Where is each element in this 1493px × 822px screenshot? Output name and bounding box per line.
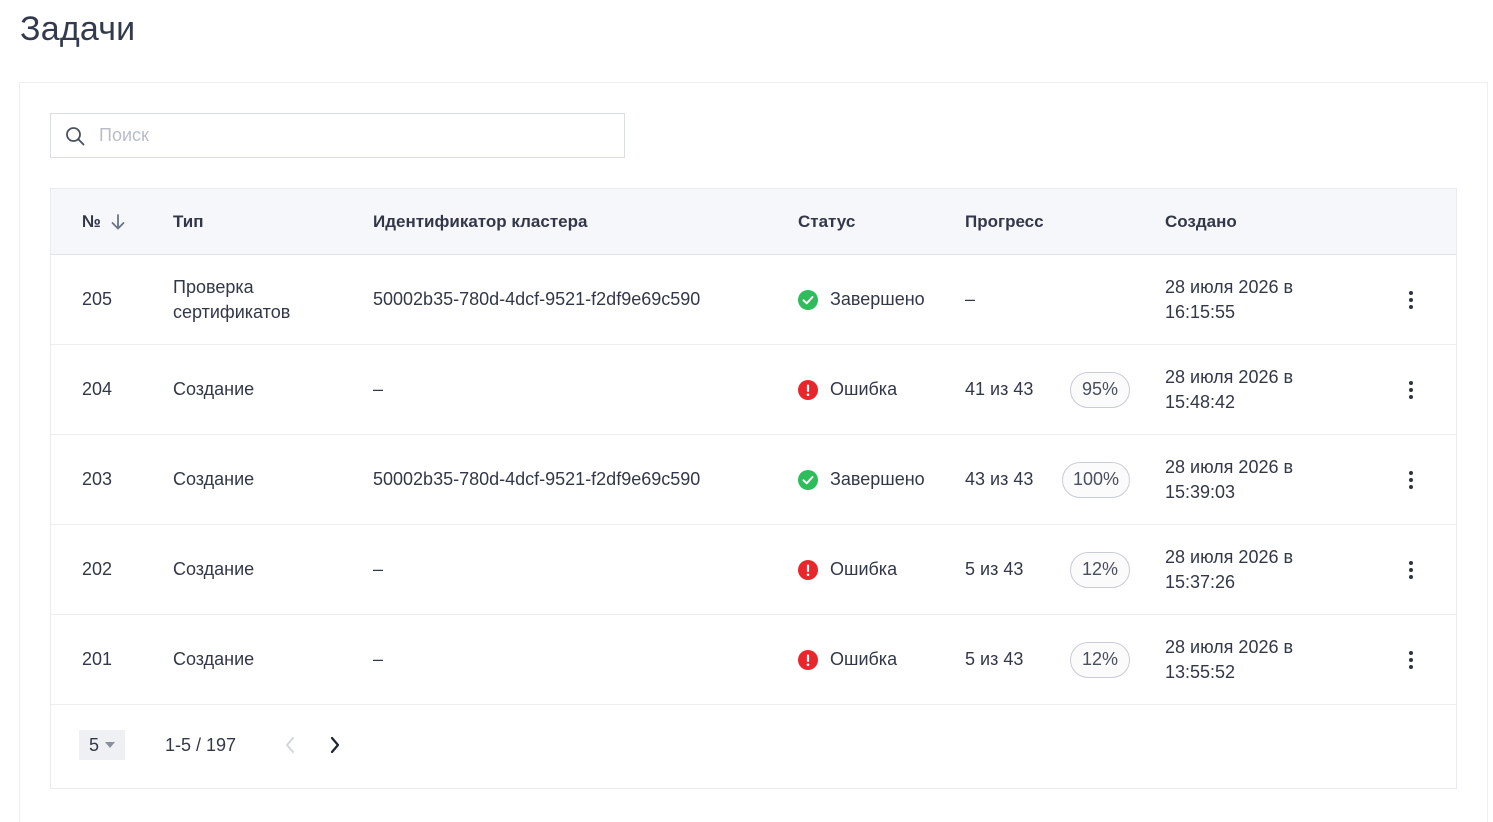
table-row: 203 Создание 50002b35-780d-4dcf-9521-f2df9…	[51, 435, 1456, 525]
column-header-created: Создано	[1165, 212, 1237, 231]
table-row: 204 Создание – Ошибка 41 из 43 95% 28 июля 202…	[51, 345, 1456, 435]
progress-count: 5 из 43	[965, 649, 1024, 669]
progress-count: 5 из 43	[965, 559, 1024, 579]
progress-percent-badge: 12%	[1070, 641, 1130, 678]
row-actions-button[interactable]	[1398, 255, 1424, 344]
more-vertical-icon	[1409, 470, 1413, 489]
cell-created: 28 июля 2026 в 15:48:42	[1165, 366, 1294, 412]
cell-num: 204	[82, 379, 113, 399]
cell-progress: 41 из 43 95%	[965, 345, 1130, 434]
exclamation-circle-icon	[798, 379, 818, 400]
progress-count: –	[965, 289, 976, 309]
cell-progress: 5 из 43 12%	[965, 525, 1130, 614]
progress-percent-badge: 12%	[1070, 551, 1130, 588]
caret-down-icon	[105, 742, 115, 748]
page-title: Задачи	[20, 10, 136, 48]
row-actions-button[interactable]	[1398, 615, 1424, 704]
cell-type: Проверка сертификатов	[173, 276, 291, 322]
cell-num: 201	[82, 649, 113, 669]
progress-count: 41 из 43	[965, 379, 1034, 399]
page-size-value: 5	[88, 734, 99, 755]
search-box[interactable]	[50, 113, 625, 158]
cell-cluster-id: 50002b35-780d-4dcf-9521-f2df9e69c590	[373, 289, 701, 309]
chevron-right-icon	[330, 736, 340, 754]
tasks-card: № Тип Идентификатор кластера Статус Прог…	[19, 82, 1488, 822]
column-header-num[interactable]: №	[82, 189, 126, 255]
chevron-left-icon	[286, 737, 294, 753]
cell-progress: 5 из 43 12%	[965, 615, 1130, 704]
prev-page-button[interactable]	[277, 730, 303, 760]
table-row: 202 Создание – Ошибка 5 из 43 12% 28 июля 2026…	[51, 525, 1456, 615]
pagination: 5 1-5 / 197	[51, 714, 1456, 790]
cell-created: 28 июля 2026 в 15:37:26	[1165, 546, 1294, 592]
progress-percent-badge: 95%	[1070, 371, 1130, 408]
arrow-down-icon[interactable]	[110, 213, 126, 231]
cell-type: Создание	[173, 469, 255, 489]
check-circle-icon	[798, 469, 818, 490]
table-body: 205 Проверка сертификатов 50002b35-780d-4d…	[51, 255, 1456, 705]
table-header: № Тип Идентификатор кластера Статус Прог…	[51, 189, 1456, 255]
column-header-num-label: №	[82, 212, 101, 231]
cell-type: Создание	[173, 379, 255, 399]
progress-percent-badge: 100%	[1061, 461, 1130, 498]
column-header-status: Статус	[798, 212, 856, 231]
next-page-button[interactable]	[322, 730, 348, 760]
cell-status: Ошибка	[798, 525, 897, 614]
status-label: Завершено	[830, 469, 925, 489]
cell-type: Создание	[173, 559, 255, 579]
row-actions-button[interactable]	[1398, 435, 1424, 524]
check-circle-icon	[798, 289, 818, 310]
table-row: 201 Создание – Ошибка 5 из 43 12% 28 июля 2026…	[51, 615, 1456, 705]
more-vertical-icon	[1409, 380, 1413, 399]
pagination-range: 1-5 / 197	[165, 734, 237, 755]
cell-status: Ошибка	[798, 615, 897, 704]
cell-cluster-id: –	[373, 559, 384, 579]
row-actions-button[interactable]	[1398, 525, 1424, 614]
exclamation-circle-icon	[798, 649, 818, 670]
status-label: Ошибка	[830, 559, 898, 579]
cell-num: 205	[82, 289, 113, 309]
cell-num: 202	[82, 559, 113, 579]
cell-created: 28 июля 2026 в 13:55:52	[1165, 636, 1294, 682]
cell-cluster-id: –	[373, 649, 384, 669]
column-header-progress: Прогресс	[965, 212, 1044, 231]
cell-created: 28 июля 2026 в 15:39:03	[1165, 456, 1294, 502]
status-label: Ошибка	[830, 649, 898, 669]
cell-status: Завершено	[798, 435, 925, 524]
more-vertical-icon	[1409, 560, 1413, 579]
more-vertical-icon	[1409, 650, 1413, 669]
column-header-cluster: Идентификатор кластера	[373, 212, 588, 231]
status-label: Завершено	[830, 289, 925, 309]
cell-status: Ошибка	[798, 345, 897, 434]
cell-created: 28 июля 2026 в 16:15:55	[1165, 276, 1294, 322]
cell-cluster-id: 50002b35-780d-4dcf-9521-f2df9e69c590	[373, 469, 701, 489]
search-input[interactable]	[99, 125, 599, 146]
cell-status: Завершено	[798, 255, 925, 344]
progress-count: 43 из 43	[965, 469, 1034, 489]
more-vertical-icon	[1409, 290, 1413, 309]
cell-progress: –	[965, 255, 1130, 344]
table-row: 205 Проверка сертификатов 50002b35-780d-4d…	[51, 255, 1456, 345]
cell-progress: 43 из 43 100%	[965, 435, 1130, 524]
cell-cluster-id: –	[373, 379, 384, 399]
cell-num: 203	[82, 469, 113, 489]
column-header-type: Тип	[173, 212, 204, 231]
search-icon	[66, 126, 85, 145]
row-actions-button[interactable]	[1398, 345, 1424, 434]
exclamation-circle-icon	[798, 559, 818, 580]
tasks-table: № Тип Идентификатор кластера Статус Прог…	[50, 188, 1457, 789]
status-label: Ошибка	[830, 379, 898, 399]
page-size-select[interactable]: 5	[79, 730, 125, 760]
cell-type: Создание	[173, 649, 255, 669]
